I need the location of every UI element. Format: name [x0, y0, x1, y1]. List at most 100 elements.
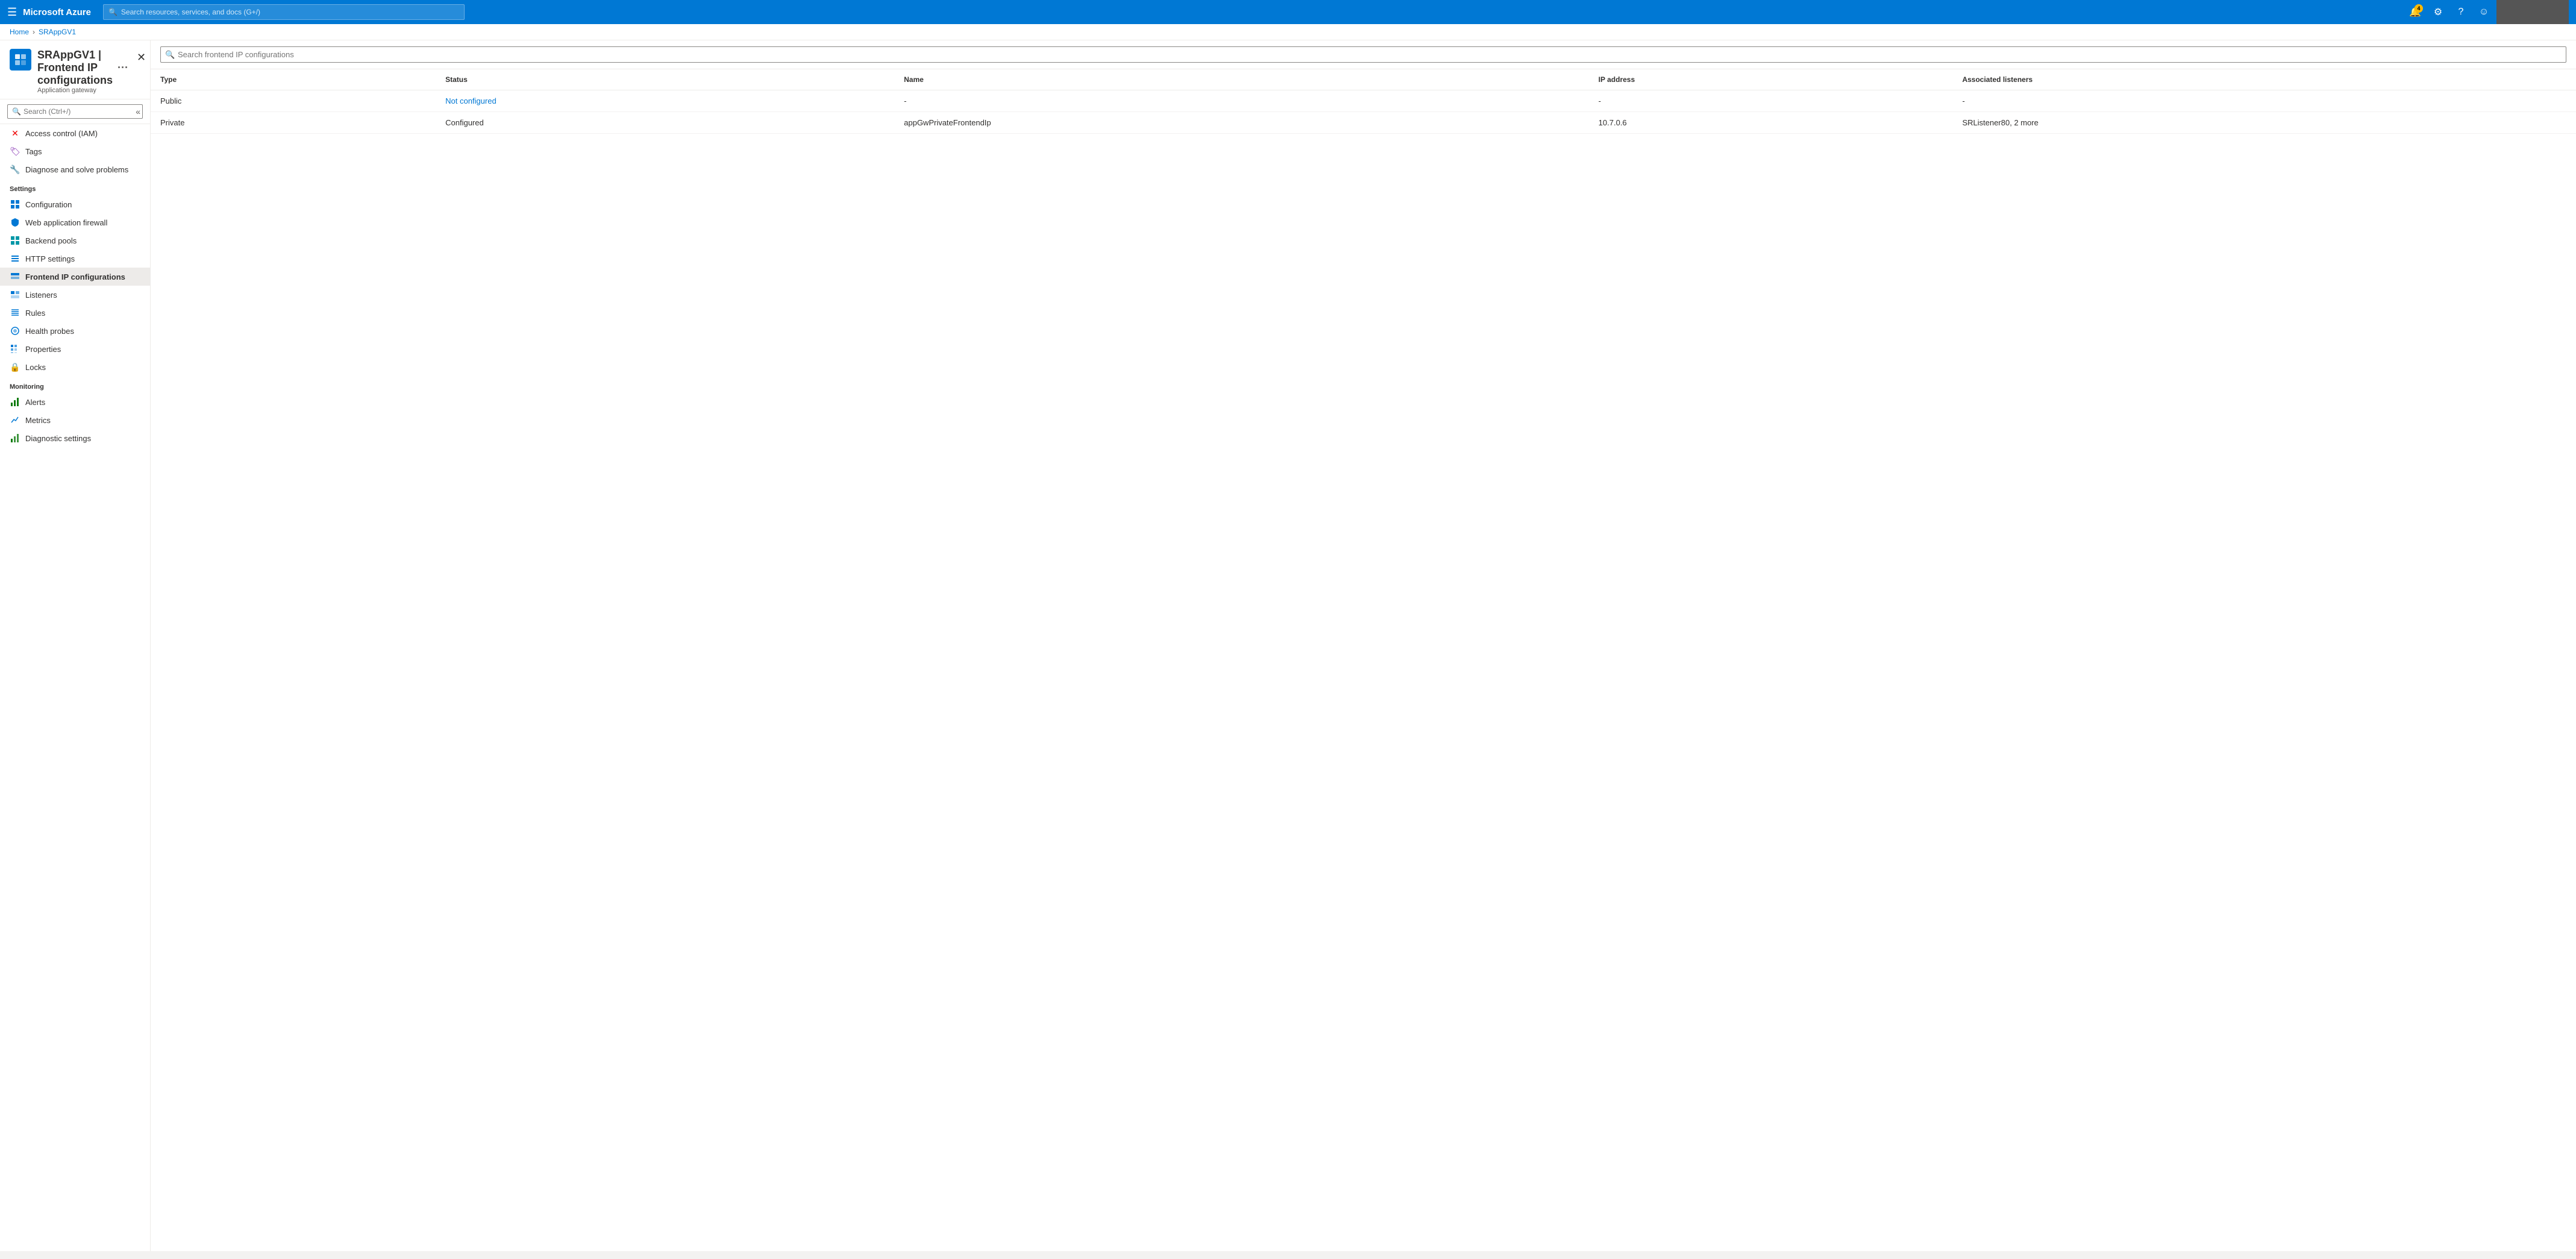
configuration-icon — [10, 199, 20, 210]
topbar-icons: 🔔 4 ⚙ ? ☺ — [2405, 0, 2569, 24]
properties-icon — [10, 344, 20, 354]
topbar: ☰ Microsoft Azure 🔍 Search resources, se… — [0, 0, 2576, 24]
rules-icon — [10, 307, 20, 318]
sidebar-label-diagnose: Diagnose and solve problems — [25, 165, 128, 174]
sidebar-label-backend-pools: Backend pools — [25, 236, 77, 245]
sidebar-item-frontend-ip[interactable]: Frontend IP configurations — [0, 268, 150, 286]
hamburger-menu[interactable]: ☰ — [7, 6, 17, 19]
content-search-wrap: 🔍 — [160, 46, 2566, 63]
sidebar-nav: ✕ Access control (IAM) 🏷 Tags 🔧 Diagnose… — [0, 124, 150, 1251]
col-listeners: Associated listeners — [1952, 69, 2576, 90]
backend-pools-icon — [10, 235, 20, 246]
sidebar-item-backend-pools[interactable]: Backend pools — [0, 231, 150, 250]
sidebar-item-waf[interactable]: Web application firewall — [0, 213, 150, 231]
col-type: Type — [151, 69, 436, 90]
sidebar-item-diagnose[interactable]: 🔧 Diagnose and solve problems — [0, 160, 150, 178]
sidebar-label-access-control: Access control (IAM) — [25, 129, 98, 138]
table-row: Private Configured appGwPrivateFrontendI… — [151, 112, 2576, 134]
notifications-icon[interactable]: 🔔 4 — [2405, 2, 2425, 22]
sidebar-item-alerts[interactable]: Alerts — [0, 393, 150, 411]
sidebar-label-properties: Properties — [25, 345, 61, 354]
col-status: Status — [436, 69, 894, 90]
waf-icon — [10, 217, 20, 228]
tags-icon: 🏷 — [10, 146, 20, 157]
sidebar-collapse-button[interactable]: « — [133, 104, 143, 119]
main-layout: SRAppGV1 | Frontend IP configurations ··… — [0, 40, 2576, 1251]
alerts-icon — [10, 397, 20, 407]
row2-type: Private — [151, 112, 436, 134]
col-ip: IP address — [1589, 69, 1953, 90]
search-placeholder-text: Search resources, services, and docs (G+… — [121, 8, 260, 16]
sidebar-item-listeners[interactable]: Listeners — [0, 286, 150, 304]
breadcrumb-separator: › — [33, 28, 35, 36]
settings-section-label: Settings — [0, 178, 150, 195]
global-search[interactable]: 🔍 Search resources, services, and docs (… — [103, 4, 465, 20]
diagnose-icon: 🔧 — [10, 164, 20, 175]
sidebar-label-rules: Rules — [25, 309, 45, 318]
sidebar-label-metrics: Metrics — [25, 416, 51, 425]
listeners-icon — [10, 289, 20, 300]
row2-name: appGwPrivateFrontendIp — [894, 112, 1589, 134]
row1-type: Public — [151, 90, 436, 112]
resource-ellipsis[interactable]: ··· — [118, 61, 128, 74]
metrics-icon — [10, 415, 20, 425]
row2-listeners: SRListener80, 2 more — [1952, 112, 2576, 134]
sidebar-label-waf: Web application firewall — [25, 218, 107, 227]
help-icon[interactable]: ? — [2451, 2, 2471, 22]
sidebar-item-locks[interactable]: 🔒 Locks — [0, 358, 150, 376]
http-settings-icon — [10, 253, 20, 264]
sidebar-label-frontend-ip: Frontend IP configurations — [25, 272, 125, 281]
close-button[interactable]: ✕ — [134, 49, 148, 66]
locks-icon: 🔒 — [10, 362, 20, 372]
sidebar-label-configuration: Configuration — [25, 200, 72, 209]
resource-header: SRAppGV1 | Frontend IP configurations ··… — [0, 40, 150, 99]
sidebar-label-health-probes: Health probes — [25, 327, 74, 336]
resource-title-block: SRAppGV1 | Frontend IP configurations ··… — [37, 49, 128, 94]
content-area: 🔍 Type Status Name IP address Associated… — [151, 40, 2576, 1251]
settings-icon[interactable]: ⚙ — [2428, 2, 2448, 22]
row1-listeners: - — [1952, 90, 2576, 112]
health-probes-icon — [10, 325, 20, 336]
sidebar-item-configuration[interactable]: Configuration — [0, 195, 150, 213]
row1-ip: - — [1589, 90, 1953, 112]
content-search-input[interactable] — [160, 46, 2566, 63]
sidebar-item-http-settings[interactable]: HTTP settings — [0, 250, 150, 268]
breadcrumb: Home › SRAppGV1 — [0, 24, 2576, 40]
sidebar-item-properties[interactable]: Properties — [0, 340, 150, 358]
sidebar-item-health-probes[interactable]: Health probes — [0, 322, 150, 340]
sidebar-search-input[interactable] — [7, 104, 143, 119]
sidebar-label-locks: Locks — [25, 363, 46, 372]
sidebar-item-access-control[interactable]: ✕ Access control (IAM) — [0, 124, 150, 142]
content-search-bar: 🔍 — [151, 40, 2576, 69]
monitoring-section-label: Monitoring — [0, 376, 150, 393]
diagnostic-settings-icon — [10, 433, 20, 444]
sidebar-label-alerts: Alerts — [25, 398, 45, 407]
col-name: Name — [894, 69, 1589, 90]
access-control-icon: ✕ — [10, 128, 20, 139]
sidebar-label-tags: Tags — [25, 147, 42, 156]
sidebar: SRAppGV1 | Frontend IP configurations ··… — [0, 40, 151, 1251]
row1-name: - — [894, 90, 1589, 112]
frontend-ip-table: Type Status Name IP address Associated l… — [151, 69, 2576, 134]
feedback-icon[interactable]: ☺ — [2474, 2, 2494, 22]
sidebar-item-metrics[interactable]: Metrics — [0, 411, 150, 429]
sidebar-item-tags[interactable]: 🏷 Tags — [0, 142, 150, 160]
resource-subtitle: Application gateway — [37, 87, 128, 94]
row2-status: Configured — [436, 112, 894, 134]
sidebar-item-rules[interactable]: Rules — [0, 304, 150, 322]
notification-badge: 4 — [2415, 4, 2423, 13]
sidebar-search-container: 🔍 « — [0, 99, 150, 124]
sidebar-item-diagnostic-settings[interactable]: Diagnostic settings — [0, 429, 150, 447]
breadcrumb-resource[interactable]: SRAppGV1 — [39, 28, 76, 36]
user-avatar[interactable] — [2496, 0, 2569, 24]
sidebar-label-listeners: Listeners — [25, 290, 57, 300]
breadcrumb-home[interactable]: Home — [10, 28, 29, 36]
row2-ip: 10.7.0.6 — [1589, 112, 1953, 134]
table-row: Public Not configured - - - — [151, 90, 2576, 112]
azure-logo: Microsoft Azure — [23, 7, 91, 17]
sidebar-label-http-settings: HTTP settings — [25, 254, 75, 263]
resource-icon — [10, 49, 31, 71]
row1-status: Not configured — [436, 90, 894, 112]
resource-title: SRAppGV1 | Frontend IP configurations ··… — [37, 49, 128, 87]
resource-title-text: SRAppGV1 | Frontend IP configurations — [37, 49, 113, 87]
